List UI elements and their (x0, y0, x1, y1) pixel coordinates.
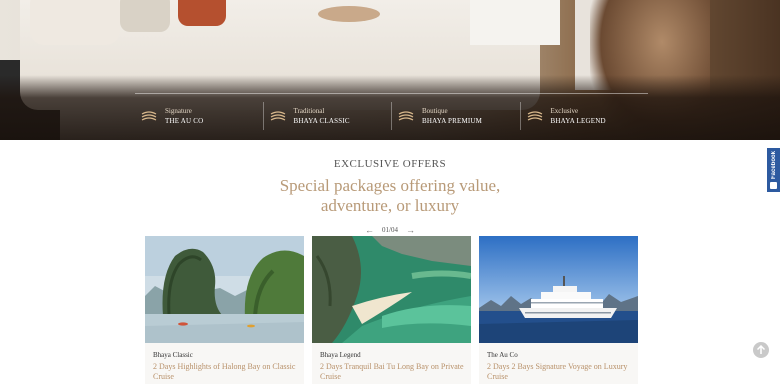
category-name: BHAYA LEGEND (550, 117, 606, 125)
back-to-top-button[interactable] (753, 342, 769, 358)
wave-icon (527, 111, 542, 121)
arrow-up-icon (756, 345, 766, 354)
hero-pillow (30, 0, 120, 45)
category-type: Traditional (293, 107, 325, 115)
category-name: BHAYA PREMIUM (422, 117, 483, 125)
offer-title-link[interactable]: 2 Days Tranquil Bai Tu Long Bay on Priva… (320, 362, 465, 382)
section-headline: Special packages offering value, adventu… (0, 176, 780, 216)
hero-pillow (178, 0, 226, 26)
offer-title-link[interactable]: 2 Days 2 Bays Signature Voyage on Luxury… (487, 362, 632, 382)
wave-icon (270, 111, 285, 121)
offer-tag: The Au Co (487, 351, 518, 359)
offer-card[interactable]: The Au Co 2 Days 2 Bays Signature Voyage… (479, 236, 638, 384)
wave-icon (398, 111, 414, 121)
arrow-right-icon[interactable]: → (406, 225, 415, 235)
offer-tag: Bhaya Legend (320, 351, 361, 359)
offer-title-link[interactable]: 2 Days Highlights of Halong Bay on Class… (153, 362, 298, 382)
hero-banner: Signature THE AU CO Traditional BHAYA CL… (0, 0, 780, 140)
cruise-category-nav: Signature THE AU CO Traditional BHAYA CL… (135, 102, 648, 130)
section-eyebrow: EXCLUSIVE OFFERS (333, 158, 447, 170)
category-type: Exclusive (550, 107, 579, 115)
facebook-side-tab[interactable]: Facebook (767, 148, 780, 192)
category-bhaya-classic[interactable]: Traditional BHAYA CLASSIC (262, 102, 392, 130)
offer-card[interactable]: Bhaya Legend 2 Days Tranquil Bai Tu Long… (312, 236, 471, 384)
offer-image-cruise-ship[interactable] (479, 236, 638, 343)
carousel-pager: ← 01/04 → (365, 224, 415, 236)
offer-tag: Bhaya Classic (153, 351, 193, 359)
offer-image-halong-karst[interactable] (145, 236, 304, 343)
headline-line-1: Special packages offering value, (279, 176, 501, 195)
facebook-label: Facebook (770, 151, 777, 180)
category-name: THE AU CO (165, 117, 204, 125)
category-type: Boutique (422, 107, 448, 115)
headline-line-2: adventure, or luxury (320, 196, 460, 215)
hero-hat (318, 6, 380, 22)
offer-image-lagoon-beach[interactable] (312, 236, 471, 343)
arrow-left-icon[interactable]: ← (365, 225, 374, 235)
offer-card[interactable]: Bhaya Classic 2 Days Highlights of Halon… (145, 236, 304, 384)
category-type: Signature (165, 107, 192, 115)
facebook-icon (770, 182, 777, 189)
category-the-au-co[interactable]: Signature THE AU CO (135, 102, 263, 130)
hero-divider (135, 93, 648, 94)
hero-pillow (120, 0, 170, 32)
hero-window (470, 0, 560, 45)
category-bhaya-legend[interactable]: Exclusive BHAYA LEGEND (519, 102, 649, 130)
category-name: BHAYA CLASSIC (293, 117, 350, 125)
wave-icon (141, 111, 157, 121)
category-bhaya-premium[interactable]: Boutique BHAYA PREMIUM (391, 102, 520, 130)
pager-count: 01/04 (382, 226, 398, 234)
